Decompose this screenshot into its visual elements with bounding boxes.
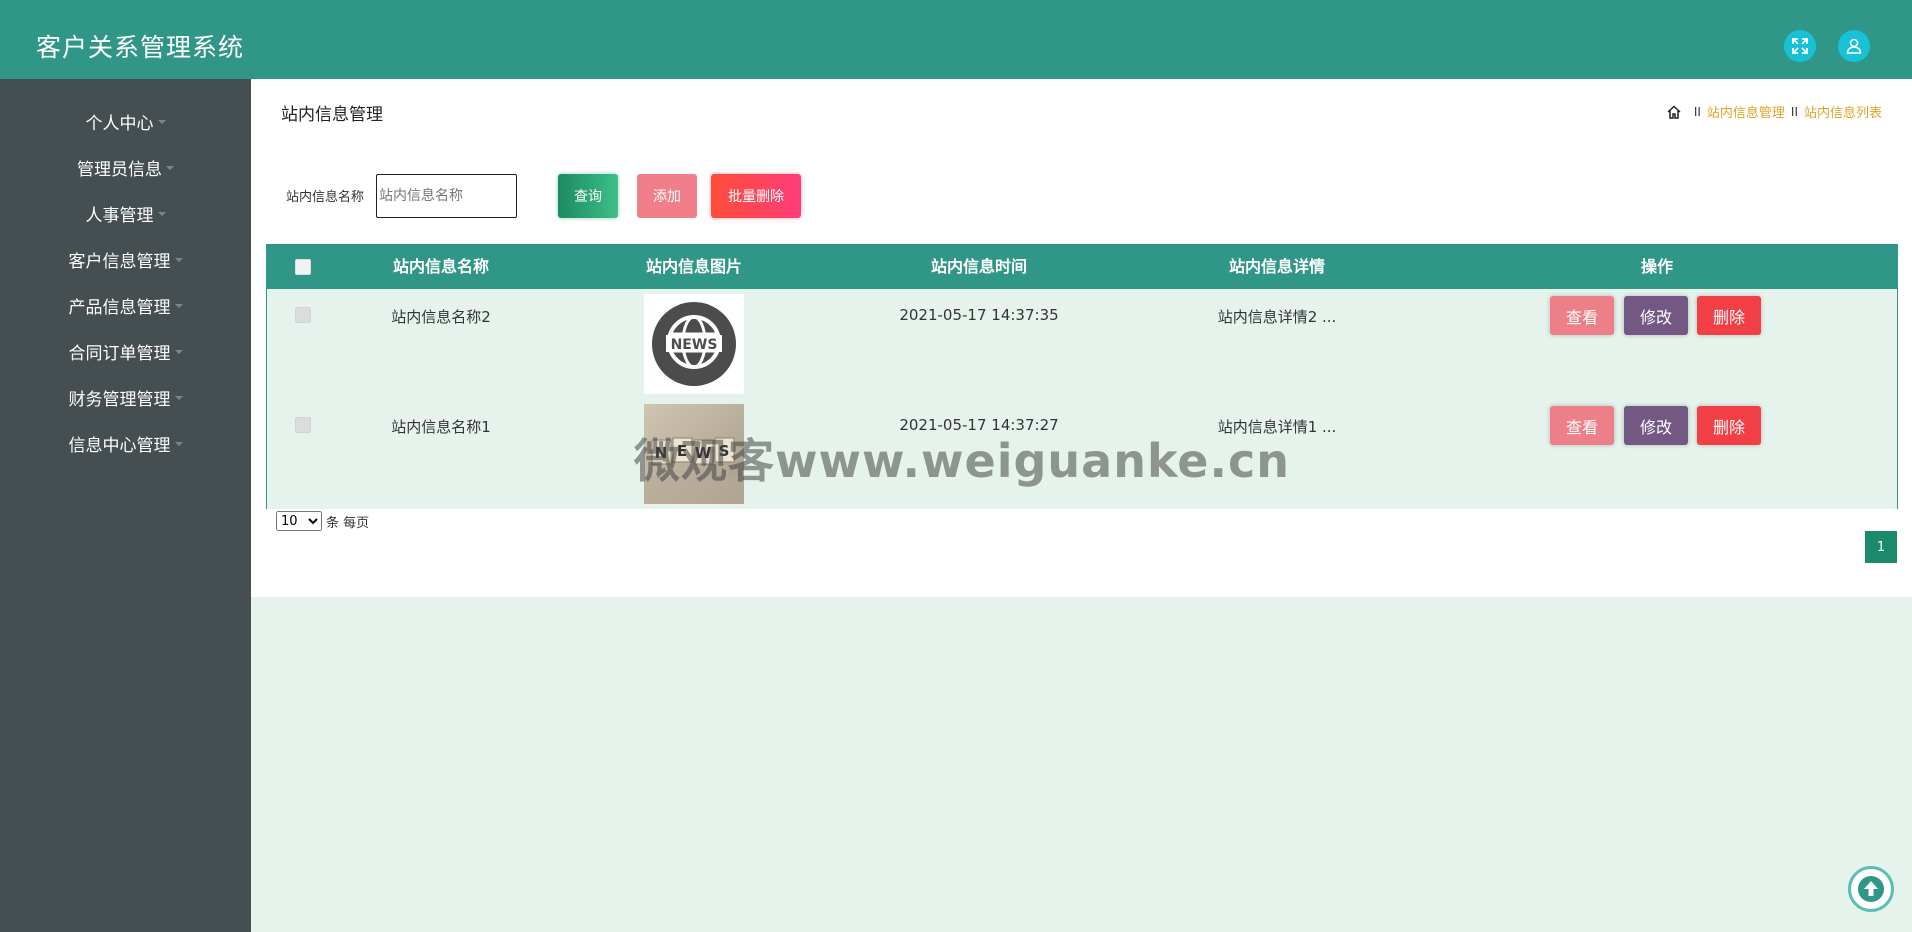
caret-down-icon	[174, 396, 183, 400]
user-icon	[1846, 38, 1862, 54]
caret-down-icon	[174, 442, 183, 446]
main-panel: 站内信息管理 II 站内信息管理 II 站内信息列表 站内信息名称 查询 添加 …	[251, 79, 1912, 597]
cell-time: 2021-05-17 14:37:35	[899, 306, 1059, 324]
page-size-select[interactable]: 10	[276, 511, 322, 531]
batch-delete-button[interactable]: 批量删除	[711, 174, 801, 218]
row-checkbox[interactable]	[295, 307, 311, 323]
breadcrumb: II 站内信息管理 II 站内信息列表	[1666, 102, 1882, 121]
app-title: 客户关系管理系统	[36, 33, 245, 62]
breadcrumb-item[interactable]: 站内信息管理	[1707, 102, 1785, 121]
watermark: 微观客www.weiguanke.cn	[634, 434, 1290, 488]
cell-detail: 站内信息详情2 ...	[1217, 308, 1337, 326]
sidebar-item-personal-center[interactable]: 个人中心	[0, 106, 251, 136]
sidebar-item-finance[interactable]: 财务管理管理	[0, 382, 251, 412]
sidebar: 个人中心 管理员信息 人事管理 客户信息管理 产品信息管理 合同订单管理 财务管…	[0, 79, 251, 932]
page-size-label: 条 每页	[326, 516, 370, 531]
back-to-top-button[interactable]	[1848, 866, 1894, 912]
table-header: 站内信息名称 站内信息图片 站内信息时间 站内信息详情 操作	[267, 245, 1897, 289]
page-title: 站内信息管理	[281, 105, 383, 125]
search-input[interactable]	[376, 174, 517, 218]
sidebar-item-admin-info[interactable]: 管理员信息	[0, 152, 251, 182]
edit-button[interactable]: 修改	[1624, 296, 1688, 335]
sidebar-item-label: 合同订单管理	[68, 343, 171, 364]
caret-down-icon	[157, 212, 166, 216]
delete-button[interactable]: 删除	[1697, 296, 1761, 335]
select-all-checkbox[interactable]	[295, 259, 311, 275]
search-label: 站内信息名称	[286, 190, 365, 205]
row-checkbox[interactable]	[295, 417, 311, 433]
add-button[interactable]: 添加	[637, 174, 697, 218]
sidebar-item-label: 个人中心	[85, 113, 154, 134]
sidebar-item-label: 信息中心管理	[68, 435, 171, 456]
svg-text:NEWS: NEWS	[671, 337, 718, 353]
top-header: 客户关系管理系统	[0, 0, 1912, 79]
delete-button[interactable]: 删除	[1697, 406, 1761, 445]
breadcrumb-separator: II	[1693, 104, 1701, 119]
news-globe-thumbnail: NEWS	[644, 294, 744, 394]
sidebar-item-label: 产品信息管理	[68, 297, 171, 318]
edit-button[interactable]: 修改	[1624, 406, 1688, 445]
cell-name: 站内信息名称1	[391, 418, 491, 436]
caret-down-icon	[166, 166, 174, 170]
sidebar-item-customer-info[interactable]: 客户信息管理	[0, 244, 251, 274]
sidebar-item-label: 管理员信息	[77, 159, 162, 180]
fullscreen-icon	[1792, 38, 1808, 54]
query-button[interactable]: 查询	[558, 174, 618, 218]
cell-name: 站内信息名称2	[391, 308, 491, 326]
caret-down-icon	[157, 120, 166, 124]
fullscreen-button[interactable]	[1784, 30, 1816, 62]
breadcrumb-item[interactable]: 站内信息列表	[1804, 102, 1882, 121]
view-button[interactable]: 查看	[1550, 406, 1614, 445]
caret-down-icon	[174, 258, 183, 262]
user-button[interactable]	[1838, 30, 1870, 62]
column-header-actions: 操作	[1640, 257, 1673, 276]
sidebar-item-label: 人事管理	[85, 205, 154, 226]
home-icon[interactable]	[1666, 104, 1682, 120]
sidebar-item-label: 财务管理管理	[68, 389, 171, 410]
view-button[interactable]: 查看	[1550, 296, 1614, 335]
sidebar-item-contract-order[interactable]: 合同订单管理	[0, 336, 251, 366]
page-number-button[interactable]: 1	[1865, 531, 1897, 563]
sidebar-item-info-center[interactable]: 信息中心管理	[0, 428, 251, 458]
caret-down-icon	[174, 350, 183, 354]
sidebar-item-hr[interactable]: 人事管理	[0, 198, 251, 228]
column-header-time: 站内信息时间	[930, 257, 1027, 276]
sidebar-item-product-info[interactable]: 产品信息管理	[0, 290, 251, 320]
column-header-name: 站内信息名称	[392, 257, 489, 276]
caret-down-icon	[174, 304, 183, 308]
arrow-up-icon	[1858, 876, 1884, 902]
table-row: 站内信息名称2 NEWS 2021-05-17 14:37:35 站内信息详情2…	[267, 289, 1897, 399]
sidebar-item-label: 客户信息管理	[68, 251, 171, 272]
column-header-detail: 站内信息详情	[1228, 257, 1325, 276]
breadcrumb-separator: II	[1790, 104, 1798, 119]
column-header-image: 站内信息图片	[645, 257, 742, 276]
